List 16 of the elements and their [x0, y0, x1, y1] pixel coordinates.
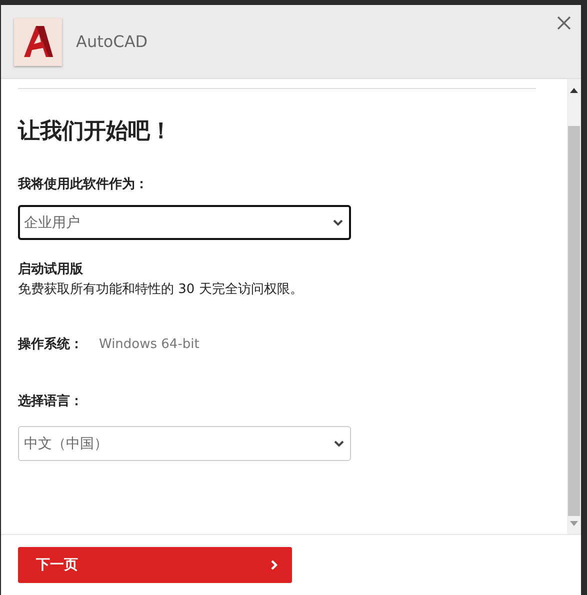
app-logo [14, 18, 62, 66]
close-icon[interactable] [556, 15, 572, 31]
language-label: 选择语言： [18, 392, 84, 410]
dropdown[interactable]: 中文（中国） [18, 426, 351, 461]
trial-title: 启动试用版 [18, 260, 84, 278]
dropdown[interactable]: 企业用户 [18, 205, 351, 240]
trial-description: 免费获取所有功能和特性的 30 天完全访问权限。 [18, 281, 304, 298]
chevron-down-icon [333, 219, 343, 226]
chevron-right-icon [270, 559, 278, 571]
page-heading: 让我们开始吧！ [18, 118, 173, 146]
os-value: Windows 64-bit [99, 337, 200, 352]
os-label: 操作系统： [18, 336, 83, 353]
window-title: AutoCAD [76, 32, 148, 51]
next-button[interactable]: 下一页 [18, 547, 292, 583]
usage-label: 我将使用此软件作为： [18, 176, 149, 193]
chevron-down-icon [334, 440, 344, 447]
